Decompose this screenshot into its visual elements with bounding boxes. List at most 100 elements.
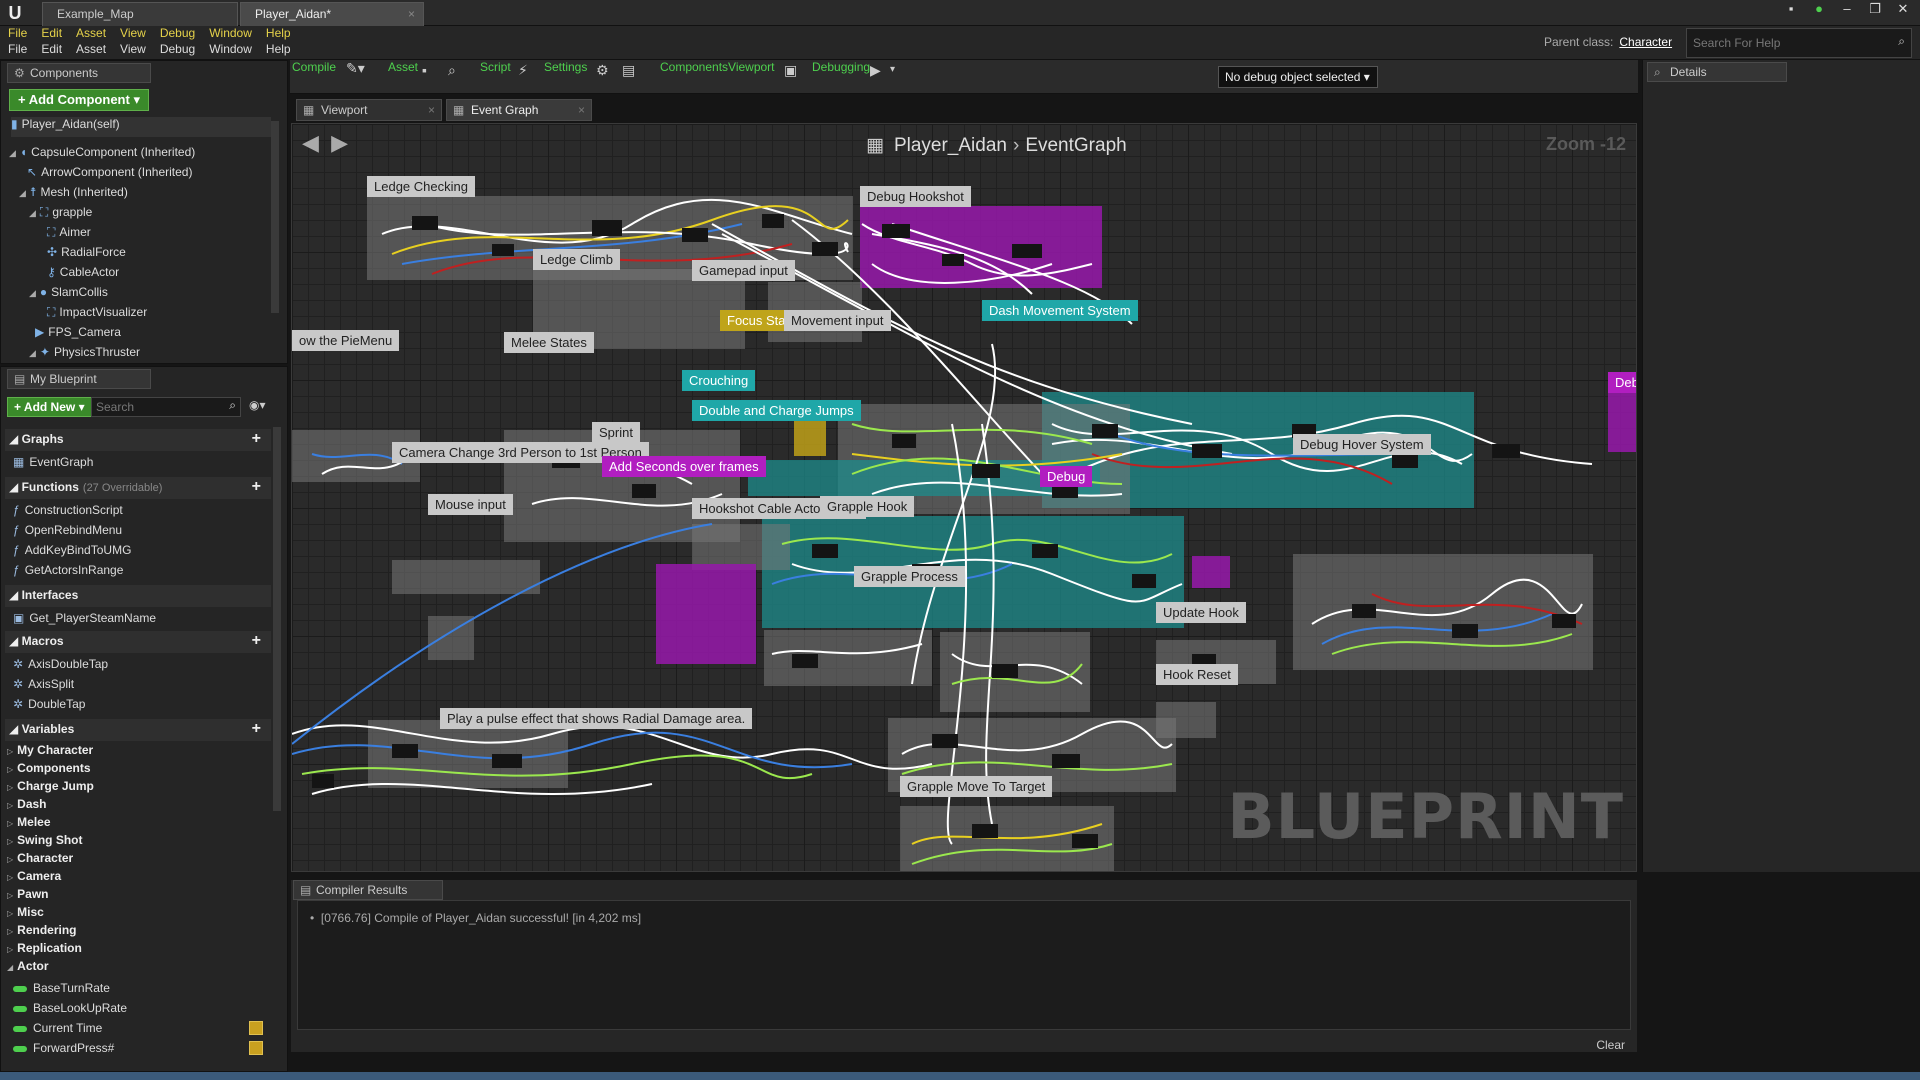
section-macros[interactable]: ◢ Macros + (5, 631, 271, 653)
function-item[interactable]: ƒ GetActorsInRange (13, 563, 123, 577)
settings-icon[interactable]: ⚙ (596, 62, 618, 82)
visibility-icon[interactable] (249, 1041, 263, 1055)
comment-label[interactable]: Mouse input (428, 494, 513, 515)
section-variables[interactable]: ◢ Variables + (5, 719, 271, 741)
comment-label[interactable]: Crouching (682, 370, 756, 391)
find-icon[interactable]: ⌕ (448, 62, 470, 82)
comment-label[interactable]: Gamepad input (692, 260, 795, 281)
blueprint-search-input[interactable]: Search ⌕ (91, 397, 241, 417)
tab-compiler-results[interactable]: ▤ Compiler Results (293, 880, 443, 900)
close-icon[interactable]: × (428, 103, 435, 117)
components-scrollbar[interactable] (271, 121, 279, 313)
variable-category[interactable]: ▷ Camera (7, 869, 61, 883)
variable-category[interactable]: ▷ Character (7, 851, 73, 865)
script-button[interactable]: Script ⚡ (480, 60, 528, 78)
script-icon[interactable]: ⚡ (518, 62, 540, 82)
variable-category[interactable]: ▷ Replication (7, 941, 82, 955)
restore-icon[interactable]: ❐ (1864, 0, 1886, 18)
close-icon[interactable]: × (408, 3, 415, 25)
comment-label[interactable]: Ledge Climb (533, 249, 620, 270)
tab-event-graph[interactable]: ▦ Event Graph × (446, 99, 592, 121)
menu-debug[interactable]: Debug (160, 42, 195, 56)
comment-label[interactable]: ow the PieMenu (292, 330, 400, 351)
comment-label[interactable]: Movement input (784, 310, 891, 331)
expand-icon[interactable]: ◢ (9, 148, 16, 158)
add-macro-icon[interactable]: + (252, 632, 261, 650)
comment-label[interactable]: Melee States (504, 332, 594, 353)
add-new-button[interactable]: + Add New ▾ (7, 397, 92, 417)
menu-window[interactable]: Window (209, 42, 252, 56)
add-variable-icon[interactable]: + (252, 720, 261, 738)
variable-category[interactable]: ▷ Swing Shot (7, 833, 82, 847)
help-search-input[interactable]: Search For Help ⌕ (1686, 28, 1912, 58)
function-item[interactable]: ƒ AddKeyBindToUMG (13, 543, 131, 557)
tree-row[interactable]: ⚷ CableActor (47, 265, 119, 285)
comment-label[interactable]: Grapple Move To Target (900, 776, 1053, 797)
variable-item[interactable]: BaseTurnRate (13, 981, 110, 995)
search-icon[interactable]: ⌕ (1898, 34, 1905, 49)
debug-object-select[interactable]: No debug object selected ▾ (1218, 66, 1378, 88)
visibility-icon[interactable] (249, 1021, 263, 1035)
menu-asset[interactable]: Asset (76, 42, 106, 56)
defaults-icon[interactable]: ▤ (622, 62, 644, 82)
variable-category[interactable]: ▷ Charge Jump (7, 779, 94, 793)
compile-dropdown-icon[interactable]: ✎▾ (346, 60, 368, 80)
section-interfaces[interactable]: ◢ Interfaces (5, 585, 271, 607)
add-graph-icon[interactable]: + (252, 430, 261, 448)
variable-category[interactable]: ◢ Actor (7, 959, 49, 973)
expand-icon[interactable]: ◢ (19, 188, 26, 198)
clear-button[interactable]: Clear (1596, 1038, 1625, 1052)
macro-item[interactable]: ✲ AxisSplit (13, 677, 74, 691)
components-viewport-button[interactable]: ComponentsViewport ▣ (660, 60, 797, 78)
forward-arrow-icon[interactable]: ▶ (331, 130, 348, 155)
search-icon[interactable]: ⌕ (229, 398, 236, 413)
play-dropdown-icon[interactable]: ▾ (890, 64, 912, 84)
tree-row[interactable]: ◢ ⛶ grapple (29, 205, 92, 225)
comment-label[interactable]: Add Seconds over frames (602, 456, 766, 477)
tree-row[interactable]: ◢ ✦ PhysicsThruster (29, 345, 140, 363)
tree-row[interactable]: ◢ ◖ CapsuleComponent (Inherited) (9, 145, 195, 165)
parent-class-link[interactable]: Character (1619, 35, 1672, 49)
tree-row[interactable]: ⛶ ImpactVisualizer (47, 305, 147, 325)
doc-tab-example-map[interactable]: Example_Map (42, 2, 238, 26)
variable-category[interactable]: ▷ My Character (7, 743, 93, 757)
doc-tab-player-aidan[interactable]: Player_Aidan* × (240, 2, 424, 26)
close-icon[interactable]: × (578, 103, 585, 117)
expand-icon[interactable]: ◢ (29, 208, 36, 218)
event-graph-canvas[interactable]: Ledge Checking Debug Hookshot Gamepad in… (291, 123, 1637, 872)
variable-category[interactable]: ▷ Components (7, 761, 91, 775)
tree-row[interactable]: ⛶ Aimer (47, 225, 91, 245)
macro-item[interactable]: ✲ AxisDoubleTap (13, 657, 108, 671)
simulate-icon[interactable]: ▣ (784, 62, 806, 82)
comment-label[interactable]: Sprint (592, 422, 640, 443)
variable-category[interactable]: ▷ Dash (7, 797, 47, 811)
interface-item[interactable]: ▣ Get_PlayerSteamName (13, 611, 156, 625)
variable-category[interactable]: ▷ Melee (7, 815, 51, 829)
expand-icon[interactable]: ◢ (29, 288, 36, 298)
tree-row[interactable]: ◢ ☨ Mesh (Inherited) (19, 185, 128, 205)
function-item[interactable]: ƒ OpenRebindMenu (13, 523, 122, 537)
blueprint-scrollbar[interactable] (273, 427, 281, 811)
close-window-icon[interactable]: ✕ (1892, 0, 1914, 18)
variable-category[interactable]: ▷ Pawn (7, 887, 49, 901)
settings-button[interactable]: Settings ⚙ ▤ (544, 60, 635, 78)
tree-row-self[interactable]: ▮ Player_Aidan(self) (11, 117, 271, 137)
comment-label[interactable]: Ledge Checking (367, 176, 475, 197)
play-icon[interactable]: ▶ (870, 62, 892, 82)
tree-row[interactable]: ◢ ● SlamCollis (29, 285, 108, 305)
tree-row[interactable]: ✣ RadialForce (47, 245, 126, 265)
variable-item[interactable]: ForwardPress# (13, 1041, 263, 1055)
comment-label[interactable]: Deb (1608, 372, 1636, 393)
comment-label[interactable]: Update Hook (1156, 602, 1246, 623)
tree-row[interactable]: ▶ FPS_Camera (35, 325, 121, 345)
comment-label[interactable]: Double and Charge Jumps (692, 400, 861, 421)
section-graphs[interactable]: ◢ Graphs + (5, 429, 271, 451)
compile-button[interactable]: Compile ✎▾ (292, 60, 365, 76)
variable-category[interactable]: ▷ Rendering (7, 923, 77, 937)
expand-icon[interactable]: ◢ (29, 348, 36, 358)
tab-my-blueprint[interactable]: ▤ My Blueprint (7, 369, 151, 389)
comment-label[interactable]: Debug Hover System (1293, 434, 1431, 455)
menu-edit[interactable]: Edit (41, 42, 62, 56)
tree-row[interactable]: ↖ ArrowComponent (Inherited) (27, 165, 192, 185)
menu-file[interactable]: File (8, 42, 27, 56)
